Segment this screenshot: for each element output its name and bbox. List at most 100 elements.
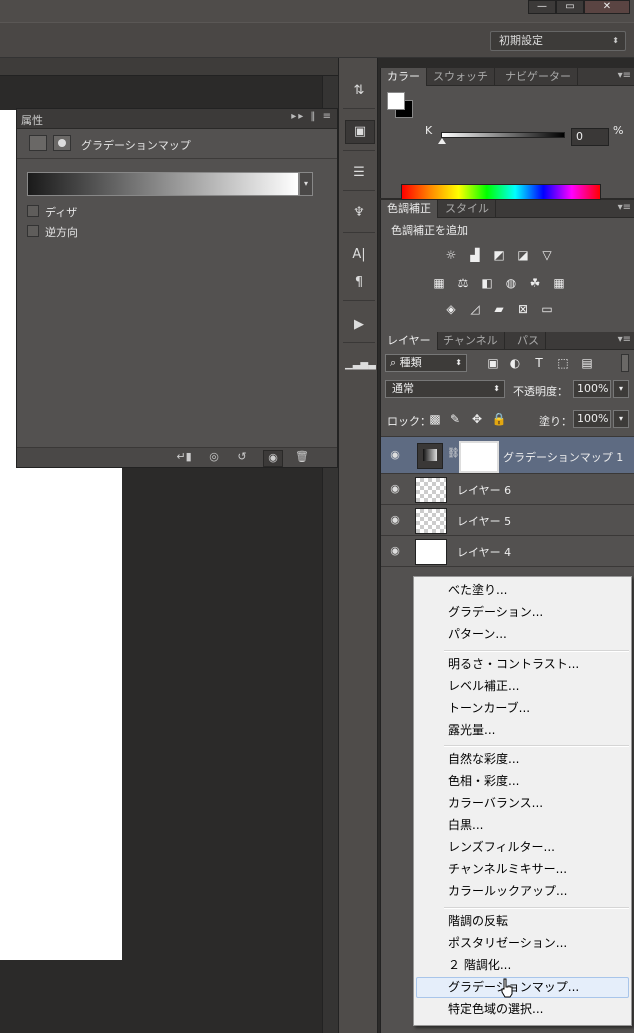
fill-dropdown-icon[interactable]: ▾ bbox=[613, 410, 629, 428]
invert-icon[interactable]: ◈ bbox=[443, 302, 459, 316]
tab-adjustments[interactable]: 色調補正 bbox=[381, 200, 438, 218]
play-icon[interactable]: ▶ bbox=[345, 314, 373, 336]
clip-to-layer-icon[interactable]: ↵▮ bbox=[175, 450, 193, 465]
smart-object-filter-icon[interactable]: ▤ bbox=[579, 356, 595, 370]
dither-checkbox[interactable] bbox=[27, 205, 39, 217]
menu-item-solid-color[interactable]: べた塗り... bbox=[416, 580, 629, 601]
menu-item-curves[interactable]: トーンカーブ... bbox=[416, 698, 629, 719]
layer-row[interactable]: ◉ レイヤー 5 bbox=[381, 505, 634, 536]
foreground-color-swatch[interactable] bbox=[387, 92, 405, 110]
close-button[interactable]: ✕ bbox=[584, 0, 630, 14]
threshold-icon[interactable]: ▰ bbox=[491, 302, 507, 316]
mask-thumb[interactable] bbox=[459, 441, 499, 473]
opacity-dropdown-icon[interactable]: ▾ bbox=[613, 380, 629, 398]
tab-paths[interactable]: パス bbox=[511, 332, 546, 350]
k-slider[interactable] bbox=[441, 132, 565, 138]
trash-icon[interactable]: 🗑 bbox=[293, 450, 311, 465]
color-spectrum[interactable] bbox=[401, 184, 601, 200]
menu-item-hue-saturation[interactable]: 色相・彩度... bbox=[416, 771, 629, 792]
gradient-dropdown-icon[interactable]: ▾ bbox=[299, 172, 313, 196]
link-icon[interactable]: ⛓ bbox=[447, 448, 460, 459]
menu-item-brightness-contrast[interactable]: 明るさ・コントラスト... bbox=[416, 654, 629, 675]
menu-item-black-white[interactable]: 白黒... bbox=[416, 815, 629, 836]
menu-item-photo-filter[interactable]: レンズフィルター... bbox=[416, 837, 629, 858]
history-icon[interactable]: ⇅ bbox=[345, 80, 373, 102]
reset-icon[interactable]: ↺ bbox=[233, 450, 251, 465]
menu-item-levels[interactable]: レベル補正... bbox=[416, 676, 629, 697]
black-white-icon[interactable]: ◧ bbox=[479, 276, 495, 290]
posterize-icon[interactable]: ◿ bbox=[467, 302, 483, 316]
tab-styles[interactable]: スタイル bbox=[439, 200, 496, 218]
menu-item-selective-color[interactable]: 特定色域の選択... bbox=[416, 999, 629, 1020]
brightness-icon[interactable]: ☼ bbox=[443, 248, 459, 262]
tab-swatches[interactable]: スウォッチ bbox=[427, 68, 495, 86]
curves-icon[interactable]: ◩ bbox=[491, 248, 507, 262]
properties-icon[interactable]: ▣ bbox=[345, 120, 375, 144]
menu-item-gradient[interactable]: グラデーション... bbox=[416, 602, 629, 623]
photo-filter-icon[interactable]: ◍ bbox=[503, 276, 519, 290]
menu-item-invert[interactable]: 階調の反転 bbox=[416, 911, 629, 932]
exposure-icon[interactable]: ◪ bbox=[515, 248, 531, 262]
layer-row[interactable]: ◉ レイヤー 6 bbox=[381, 474, 634, 505]
lock-position-icon[interactable]: ✥ bbox=[469, 412, 485, 426]
panel-menu-icon[interactable]: ▸▸ ‖ ≡ bbox=[291, 111, 333, 122]
adjustment-filter-icon[interactable]: ◐ bbox=[507, 356, 523, 370]
opacity-field[interactable]: 100% bbox=[573, 380, 611, 398]
adjust-icon[interactable]: ☰ bbox=[345, 162, 373, 184]
histogram-icon[interactable]: ▁▃▅▃ bbox=[345, 354, 376, 376]
mask-icon[interactable] bbox=[53, 135, 71, 151]
k-value-field[interactable]: 0 bbox=[571, 128, 609, 146]
panel-menu-icon[interactable]: ▾≡ bbox=[618, 334, 631, 345]
paragraph-icon[interactable]: ¶ bbox=[345, 272, 373, 294]
levels-icon[interactable]: ▟ bbox=[467, 248, 483, 262]
restore-button[interactable]: ▭ bbox=[556, 0, 584, 14]
lock-transparent-icon[interactable]: ▩ bbox=[427, 412, 443, 426]
minimize-button[interactable]: — bbox=[528, 0, 556, 14]
character-icon[interactable]: A| bbox=[345, 244, 373, 266]
panel-menu-icon[interactable]: ▾≡ bbox=[618, 202, 631, 213]
menu-item-color-lookup[interactable]: カラールックアップ... bbox=[416, 881, 629, 902]
menu-item-threshold[interactable]: ２ 階調化... bbox=[416, 955, 629, 976]
eye-icon[interactable]: ◉ bbox=[387, 513, 403, 527]
tab-channels[interactable]: チャンネル bbox=[437, 332, 505, 350]
type-filter-icon[interactable]: T bbox=[531, 356, 547, 370]
menu-item-channel-mixer[interactable]: チャンネルミキサー... bbox=[416, 859, 629, 880]
reverse-checkbox[interactable] bbox=[27, 225, 39, 237]
adjustment-icon[interactable] bbox=[29, 135, 47, 151]
eye-icon[interactable]: ◉ bbox=[387, 544, 403, 558]
tab-layers[interactable]: レイヤー bbox=[381, 332, 438, 350]
lock-paint-icon[interactable]: ✎ bbox=[447, 412, 463, 426]
fill-field[interactable]: 100% bbox=[573, 410, 611, 428]
eye-icon[interactable]: ◉ bbox=[387, 448, 403, 462]
vibrance-icon[interactable]: ▦ bbox=[431, 276, 447, 290]
slider-handle[interactable] bbox=[438, 138, 446, 144]
menu-item-gradient-map[interactable]: グラデーションマップ... bbox=[416, 977, 629, 998]
layer-row[interactable]: ◉ レイヤー 4 bbox=[381, 536, 634, 567]
tab-color[interactable]: カラー bbox=[381, 68, 427, 86]
workspace-select[interactable]: 初期設定 ⬍ bbox=[490, 31, 626, 51]
menu-item-posterize[interactable]: ポスタリゼーション... bbox=[416, 933, 629, 954]
color-balance-icon[interactable]: ⚖ bbox=[455, 276, 471, 290]
gradient-triangle-icon[interactable]: ▽ bbox=[539, 248, 555, 262]
eye-icon[interactable]: ◉ bbox=[387, 482, 403, 496]
menu-item-color-balance[interactable]: カラーバランス... bbox=[416, 793, 629, 814]
panel-menu-icon[interactable]: ▾≡ bbox=[618, 70, 631, 81]
pixel-filter-icon[interactable]: ▣ bbox=[485, 356, 501, 370]
selective-color-icon[interactable]: ▭ bbox=[539, 302, 555, 316]
filter-toggle[interactable] bbox=[621, 354, 629, 372]
blend-mode-select[interactable]: 通常 ⬍ bbox=[385, 380, 505, 398]
brush-icon[interactable]: ♆ bbox=[345, 202, 373, 224]
channel-mixer-icon[interactable]: ☘ bbox=[527, 276, 543, 290]
shape-filter-icon[interactable]: ⬚ bbox=[555, 356, 571, 370]
menu-item-exposure[interactable]: 露光量... bbox=[416, 720, 629, 741]
layer-row[interactable]: ◉ ⛓ グラデーションマップ 1 bbox=[381, 437, 634, 474]
gradient-preview[interactable] bbox=[27, 172, 299, 196]
view-previous-icon[interactable]: ◎ bbox=[205, 450, 223, 465]
gradient-map-icon[interactable]: ⊠ bbox=[515, 302, 531, 316]
color-lookup-icon[interactable]: ▦ bbox=[551, 276, 567, 290]
layer-filter-select[interactable]: ⌕ 種類 ⬍ bbox=[385, 354, 467, 372]
lock-all-icon[interactable]: 🔒 bbox=[491, 412, 507, 426]
menu-item-vibrance[interactable]: 自然な彩度... bbox=[416, 749, 629, 770]
menu-item-pattern[interactable]: パターン... bbox=[416, 624, 629, 645]
tab-navigator[interactable]: ナビゲーター bbox=[499, 68, 578, 86]
